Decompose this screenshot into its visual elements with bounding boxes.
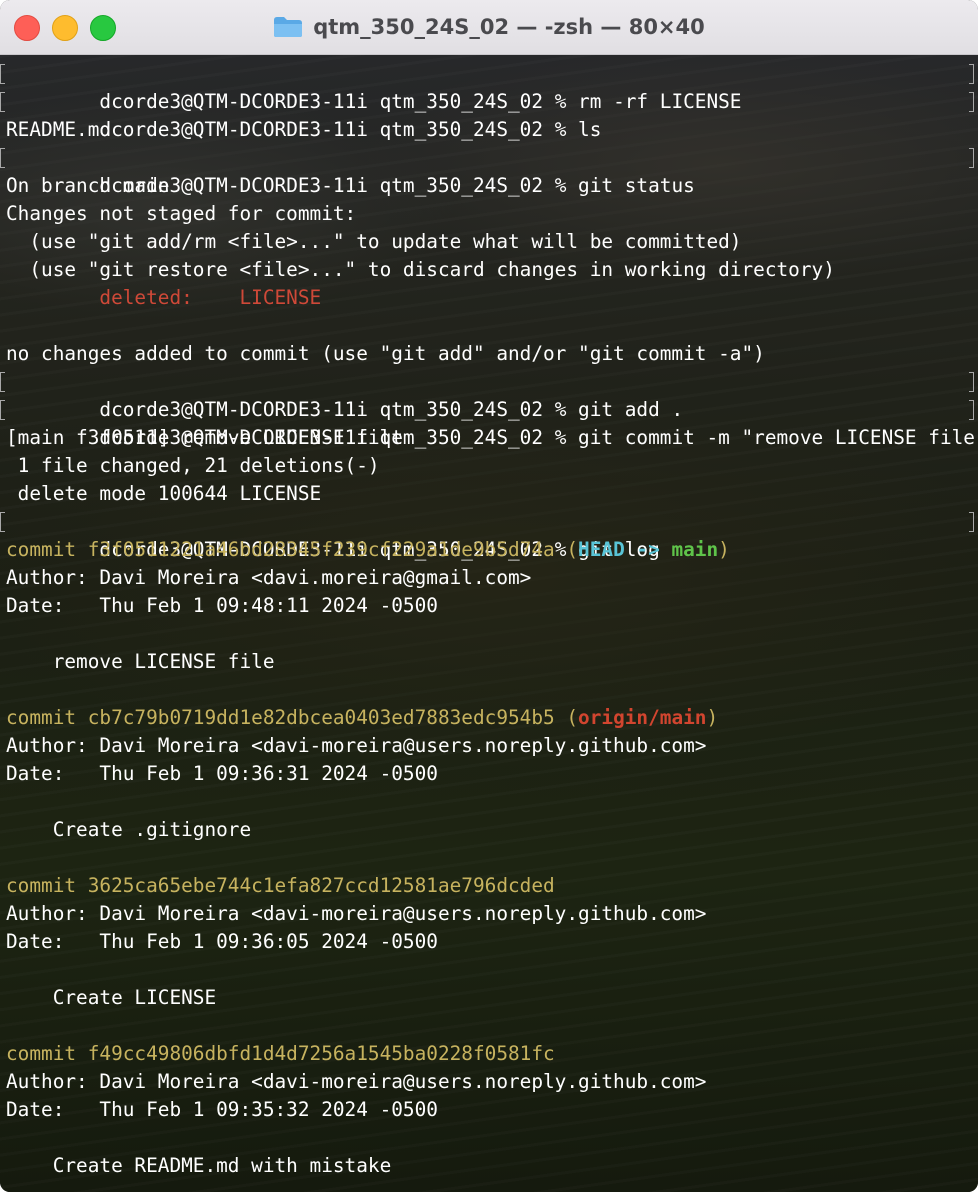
terminal-content[interactable]: dcorde3@QTM-DCORDE3-11i qtm_350_24S_02 %… [0,55,978,1192]
prompt-mark-right [969,372,974,392]
log-author-line: Author: Davi Moreira <davi-moreira@users… [6,902,707,925]
output-line: README.md [6,118,112,141]
prompt-mark-left [0,92,5,112]
prompt-mark-right [969,92,974,112]
prompt-mark-left [0,64,5,84]
title-bar[interactable]: qtm_350_24S_02 — -zsh — 80×40 [0,0,978,55]
output-line: (use "git add/rm <file>..." to update wh… [6,230,742,253]
prompt-line: dcorde3@QTM-DCORDE3-11i qtm_350_24S_02 %… [0,60,978,113]
log-date-line: Date: Thu Feb 1 09:35:32 2024 -0500 [6,1098,438,1121]
log-commit-line: commit 3625ca65ebe744c1efa827ccd12581ae7… [6,874,555,897]
output-line: 1 file changed, 21 deletions(-) [6,454,380,477]
log-date-line: Date: Thu Feb 1 09:36:05 2024 -0500 [6,930,438,953]
ref-close-paren: ) [706,706,719,729]
log-message-line: remove LICENSE file [6,650,275,673]
prompt-line: dcorde3@QTM-DCORDE3-11i qtm_350_24S_02 %… [0,144,978,197]
output-line: Changes not staged for commit: [6,202,357,225]
log-commit-line: commit cb7c79b0719dd1e82dbcea0403ed7883e… [6,704,978,732]
ref-open-paren: ( [554,538,579,561]
window-title-group: qtm_350_24S_02 — -zsh — 80×40 [273,15,705,39]
ref-open-paren: ( [554,706,579,729]
log-date-line: Date: Thu Feb 1 09:48:11 2024 -0500 [6,594,438,617]
prompt-mark-right [969,512,974,532]
prompt-mark-left [0,372,5,392]
close-window-button[interactable] [14,15,40,41]
output-line: no changes added to commit (use "git add… [6,342,765,365]
prompt-line: dcorde3@QTM-DCORDE3-11i qtm_350_24S_02 %… [0,396,978,449]
output-line: On branch main [6,174,170,197]
deleted-file-name: LICENSE [239,286,322,309]
log-message-line: Create LICENSE [6,986,217,1009]
window-title: qtm_350_24S_02 — -zsh — 80×40 [313,15,705,39]
commit-hash: commit f3f0511221a46bd28345f239cf229a1de… [6,538,555,561]
log-commit-line: commit f49cc49806dbfd1d4d7256a1545ba0228… [6,1042,555,1065]
prompt-line: dcorde3@QTM-DCORDE3-11i qtm_350_24S_02 %… [0,368,978,421]
commit-hash: commit cb7c79b0719dd1e82dbcea0403ed7883e… [6,706,555,729]
log-message-line: Create README.md with mistake [6,1154,392,1177]
prompt-mark-right [969,148,974,168]
remote-ref: origin/main [578,706,707,729]
output-line: delete mode 100644 LICENSE [6,482,322,505]
output-line: (use "git restore <file>..." to discard … [6,258,835,281]
log-author-line: Author: Davi Moreira <davi-moreira@users… [6,734,707,757]
head-ref: HEAD [578,538,625,561]
log-author-line: Author: Davi Moreira <davi.moreira@gmail… [6,566,532,589]
prompt-line: dcorde3@QTM-DCORDE3-11i qtm_350_24S_02 %… [0,88,978,141]
prompt-line: dcorde3@QTM-DCORDE3-11i qtm_350_24S_02 %… [0,508,978,561]
ref-close-paren: ) [718,538,730,561]
output-line: [main f3f0511] remove LICENSE file [6,426,403,449]
prompt-mark-left [0,512,5,532]
prompt-mark-left [0,148,5,168]
deleted-label: deleted: [6,286,240,309]
terminal-window: qtm_350_24S_02 — -zsh — 80×40 dcorde3@QT… [0,0,978,1192]
terminal-output: dcorde3@QTM-DCORDE3-11i qtm_350_24S_02 %… [0,60,978,1180]
folder-icon [274,17,303,37]
log-date-line: Date: Thu Feb 1 09:36:31 2024 -0500 [6,762,438,785]
log-author-line: Author: Davi Moreira <davi-moreira@users… [6,1070,707,1093]
zoom-window-button[interactable] [90,15,116,41]
prompt-mark-right [969,64,974,84]
prompt-mark-left [0,400,5,420]
prompt-mark-right [969,400,974,420]
deleted-file-line: deleted: LICENSE [6,284,978,312]
log-commit-line: commit f3f0511221a46bd28345f239cf229a1de… [6,536,978,564]
ref-arrow: -> [624,538,672,561]
branch-ref: main [671,538,719,561]
log-message-line: Create .gitignore [6,818,252,841]
minimize-window-button[interactable] [52,15,78,41]
